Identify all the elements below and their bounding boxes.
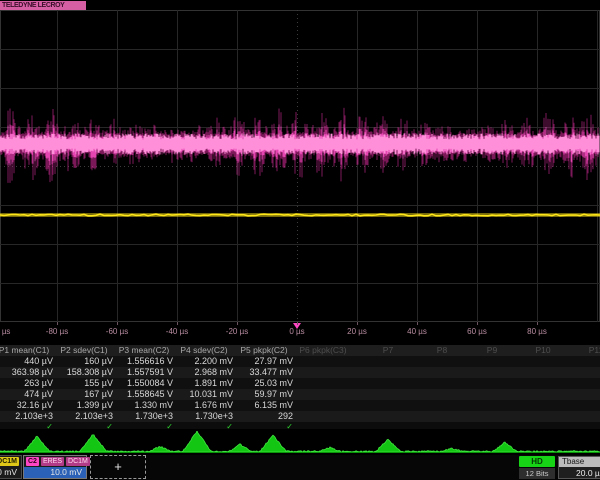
measure-value[interactable]: 1.399 µV <box>55 400 113 411</box>
measure-column-header[interactable]: P3 mean(C2) <box>115 345 173 356</box>
histogram-peaks <box>0 431 600 452</box>
axis-tick <box>417 322 418 325</box>
measure-status-check-icon: ✓ <box>55 423 113 430</box>
measure-value[interactable]: 1.556616 V <box>115 356 173 367</box>
axis-tick <box>477 322 478 325</box>
measure-column-header-disabled[interactable]: P8 <box>437 345 447 356</box>
measure-value[interactable]: 33.477 mV <box>235 367 293 378</box>
axis-tick <box>357 322 358 325</box>
axis-tick <box>237 322 238 325</box>
add-trace-button[interactable]: + <box>90 455 146 479</box>
timebase-title: Tbase <box>559 457 600 467</box>
measure-status-check-icon: ✓ <box>0 423 53 430</box>
measure-value[interactable]: 32.16 µV <box>0 400 53 411</box>
axis-tick <box>177 322 178 325</box>
measure-status-check-icon: ✓ <box>175 423 233 430</box>
c1-scale-value: 0 mV <box>0 467 21 478</box>
axis-label: -20 µs <box>226 327 248 336</box>
measure-column-header[interactable]: P2 sdev(C1) <box>55 345 113 356</box>
measure-value[interactable]: 1.330 mV <box>115 400 173 411</box>
measure-value[interactable]: 2.103e+3 <box>0 411 53 422</box>
axis-label: 60 µs <box>467 327 487 336</box>
measure-status-check-icon: ✓ <box>235 423 293 430</box>
measure-column-header[interactable]: P4 sdev(C2) <box>175 345 233 356</box>
measure-value[interactable]: 1.676 mV <box>175 400 233 411</box>
timebase-value: 20.0 µs <box>559 467 600 478</box>
zoom-histogram-trace[interactable] <box>0 431 600 455</box>
measure-column-header[interactable]: P5 pkpk(C2) <box>235 345 293 356</box>
measure-column-header-disabled[interactable]: P7 <box>383 345 393 356</box>
axis-label: -100 µs <box>0 327 10 336</box>
measure-value[interactable]: 158.308 µV <box>55 367 113 378</box>
axis-tick <box>537 322 538 325</box>
c2-eres-flag: ERES <box>41 457 64 466</box>
measure-value[interactable]: 263 µV <box>0 378 53 389</box>
axis-label: 0 µs <box>289 327 304 336</box>
axis-tick <box>117 322 118 325</box>
hd-mode-badge[interactable]: HD <box>519 456 555 467</box>
measure-value[interactable]: 10.031 mV <box>175 389 233 400</box>
axis-tick <box>297 322 298 325</box>
c2-scale-value: 10.0 mV <box>24 467 86 478</box>
axis-label: -40 µs <box>166 327 188 336</box>
measurement-table: P1 mean(C1)440 µV363.98 µV263 µV474 µV32… <box>0 345 600 429</box>
measure-value[interactable]: 363.98 µV <box>0 367 53 378</box>
axis-tick <box>57 322 58 325</box>
channel-c2-descriptor[interactable]: C2 ERES DC1M 10.0 mV <box>23 455 87 479</box>
time-axis: -100 µs -80 µs -60 µs -40 µs -20 µs 0 µs 20 µs… <box>0 322 600 343</box>
brand-watermark: TELEDYNE LECROY <box>0 1 86 10</box>
channel-c1-descriptor[interactable]: DC1M 0 mV <box>0 455 22 479</box>
measure-value[interactable]: 25.03 mV <box>235 378 293 389</box>
measure-value[interactable]: 1.550084 V <box>115 378 173 389</box>
measure-value[interactable]: 167 µV <box>55 389 113 400</box>
measure-value[interactable]: 2.103e+3 <box>55 411 113 422</box>
measure-value[interactable]: 2.200 mV <box>175 356 233 367</box>
measure-value[interactable]: 1.557591 V <box>115 367 173 378</box>
axis-label: -80 µs <box>46 327 68 336</box>
oscilloscope-screen: TELEDYNE LECROY -100 µs -80 µs -60 µs -40 µ… <box>0 0 600 480</box>
c2-channel-badge: C2 <box>26 457 39 466</box>
measure-value[interactable]: 474 µV <box>0 389 53 400</box>
measure-column-header[interactable]: P1 mean(C1) <box>0 345 53 356</box>
measure-value[interactable]: 440 µV <box>0 356 53 367</box>
measure-value[interactable]: 59.97 mV <box>235 389 293 400</box>
measure-value[interactable]: 292 <box>235 411 293 422</box>
measure-value[interactable]: 6.135 mV <box>235 400 293 411</box>
measure-column-header-disabled[interactable]: P11 <box>589 345 600 356</box>
c2-coupling-flag: DC1M <box>66 457 90 466</box>
axis-label: 80 µs <box>527 327 547 336</box>
axis-label: -60 µs <box>106 327 128 336</box>
axis-label: 40 µs <box>407 327 427 336</box>
measure-value[interactable]: 2.968 mV <box>175 367 233 378</box>
measure-column-header-disabled[interactable]: P10 <box>535 345 550 356</box>
axis-label: 20 µs <box>347 327 367 336</box>
bottom-status-bar: DC1M 0 mV C2 ERES DC1M 10.0 mV + HD 12 B… <box>0 455 600 480</box>
measure-value[interactable]: 155 µV <box>55 378 113 389</box>
measure-column-header-disabled[interactable]: P9 <box>487 345 497 356</box>
timebase-descriptor[interactable]: Tbase 20.0 µs <box>558 456 600 479</box>
waveform-grid[interactable] <box>0 10 600 322</box>
measure-value[interactable]: 160 µV <box>55 356 113 367</box>
measure-value[interactable]: 1.730e+3 <box>115 411 173 422</box>
measure-column-header-disabled[interactable]: P6 pkpk(C3) <box>299 345 346 356</box>
measure-value[interactable]: 1.558645 V <box>115 389 173 400</box>
measure-value[interactable]: 1.730e+3 <box>175 411 233 422</box>
c1-coupling-badge: DC1M <box>0 457 19 466</box>
measure-value[interactable]: 27.97 mV <box>235 356 293 367</box>
measure-value[interactable]: 1.891 mV <box>175 378 233 389</box>
measure-status-check-icon: ✓ <box>115 423 173 430</box>
hd-bits-label: 12 Bits <box>519 468 555 479</box>
